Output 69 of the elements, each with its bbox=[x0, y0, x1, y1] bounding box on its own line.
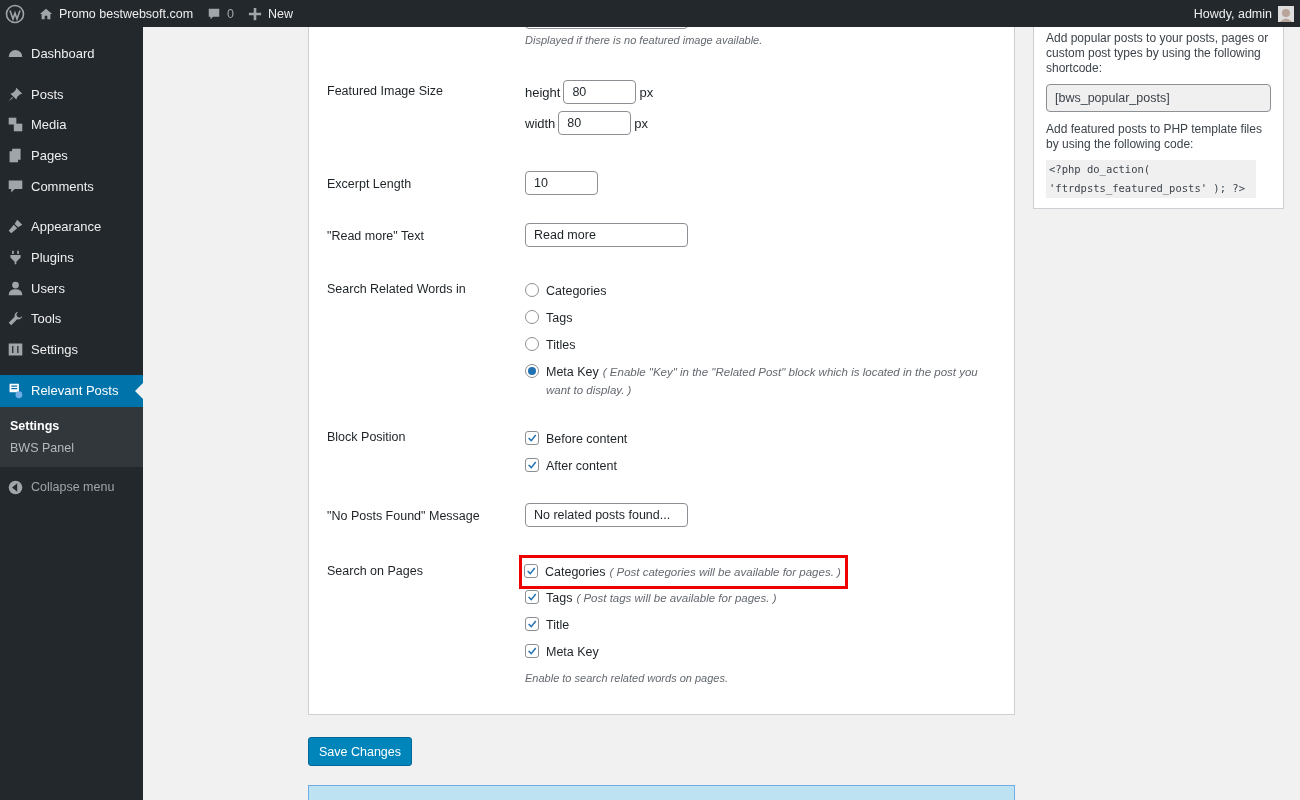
option-label: Tags bbox=[546, 310, 573, 327]
option-label: Tags ( Post tags will be available for pages. ) bbox=[546, 590, 777, 607]
menu-item[interactable]: Comments bbox=[0, 170, 143, 202]
setting-label: "Read more" Text bbox=[327, 229, 424, 243]
setting-label: Block Position bbox=[327, 430, 406, 444]
wrench-icon bbox=[7, 310, 24, 328]
input-field[interactable]: No related posts found... bbox=[525, 503, 688, 527]
site-link[interactable]: Promo bestwebsoft.com bbox=[39, 6, 194, 21]
pushpin-icon bbox=[7, 85, 24, 103]
unit-label: px bbox=[634, 115, 649, 131]
shortcode-field[interactable]: [bws_popular_posts] bbox=[1046, 84, 1271, 112]
field-description: Displayed if there is no featured image available. bbox=[525, 34, 764, 46]
wordpress-logo-icon[interactable] bbox=[5, 3, 25, 24]
checkbox[interactable] bbox=[525, 590, 539, 604]
menu-item[interactable]: Dashboard bbox=[0, 38, 143, 69]
field-label: height bbox=[525, 84, 561, 100]
option-label: Title bbox=[546, 617, 570, 634]
setting-label: Excerpt Length bbox=[327, 177, 412, 191]
menu-item[interactable]: Plugins bbox=[0, 242, 143, 273]
checkbox[interactable] bbox=[525, 431, 539, 445]
menu-item[interactable]: Users bbox=[0, 272, 143, 304]
menu-item[interactable]: Pages bbox=[0, 140, 143, 171]
pages-icon bbox=[7, 146, 24, 164]
new-link[interactable]: New bbox=[248, 6, 294, 21]
avatar-icon bbox=[1278, 5, 1294, 22]
option-label: After content bbox=[546, 458, 617, 475]
home-icon bbox=[39, 6, 53, 21]
setting-label: Featured Image Size bbox=[327, 84, 444, 98]
option-label: Meta Key ( Enable "Key" in the "Related Post" block which is located in the post you want to display. ) bbox=[546, 364, 979, 398]
input-field[interactable]: Read more bbox=[525, 223, 688, 247]
option-label: Before content bbox=[546, 431, 628, 448]
menu-item[interactable]: Media bbox=[0, 109, 143, 141]
document-icon bbox=[7, 382, 24, 400]
checkbox[interactable] bbox=[525, 617, 539, 631]
menu-item[interactable]: Settings bbox=[0, 334, 143, 365]
field-label: width bbox=[525, 115, 556, 131]
media-icon bbox=[7, 116, 24, 134]
code-snippet: <?php do_action( 'ftrdpsts_featured_posts' ); ?> bbox=[1046, 160, 1256, 198]
comments-link[interactable]: 0 bbox=[207, 6, 235, 21]
option-label: Categories ( Post categories will be available for pages. ) bbox=[545, 564, 841, 581]
account-link[interactable]: Howdy, admin bbox=[1193, 5, 1294, 22]
save-changes-button[interactable]: Save Changes bbox=[308, 737, 412, 766]
menu-item[interactable]: Tools bbox=[0, 303, 143, 335]
checkbox[interactable] bbox=[525, 644, 539, 658]
setting-label: "No Posts Found" Message bbox=[327, 509, 480, 523]
speech-bubble-icon bbox=[207, 6, 222, 21]
widget-text: Add featured posts to PHP template files by using the following code: bbox=[1046, 122, 1263, 152]
menu-item[interactable]: Posts bbox=[0, 78, 143, 110]
user-icon bbox=[7, 279, 24, 297]
setting-label: Search Related Words in bbox=[327, 282, 466, 296]
setting-label: Search on Pages bbox=[327, 564, 423, 578]
plug-icon bbox=[7, 248, 24, 266]
checkbox[interactable] bbox=[524, 564, 538, 578]
input-field[interactable]: 80 bbox=[558, 111, 632, 135]
submenu-item[interactable]: BWS Panel bbox=[0, 436, 143, 459]
option-label: Categories bbox=[546, 283, 607, 300]
unit-label: px bbox=[639, 84, 654, 100]
field-description: Enable to search related words on pages. bbox=[525, 672, 730, 684]
option-label: Titles bbox=[546, 337, 576, 354]
widget-text: Add popular posts to your posts, pages or custom post types by using the following shortcode: bbox=[1046, 31, 1270, 76]
menu-item[interactable]: Relevant Posts bbox=[0, 374, 143, 407]
submenu-item[interactable]: Settings bbox=[0, 414, 143, 437]
menu-item[interactable]: Appearance bbox=[0, 211, 143, 243]
input-field[interactable]: 10 bbox=[525, 171, 598, 195]
input-field[interactable]: 80 bbox=[563, 80, 637, 104]
plus-icon bbox=[248, 6, 263, 21]
option-label: Meta Key bbox=[546, 644, 599, 661]
checkbox[interactable] bbox=[525, 458, 539, 472]
collapse-menu-button[interactable]: Collapse menu bbox=[0, 471, 143, 503]
